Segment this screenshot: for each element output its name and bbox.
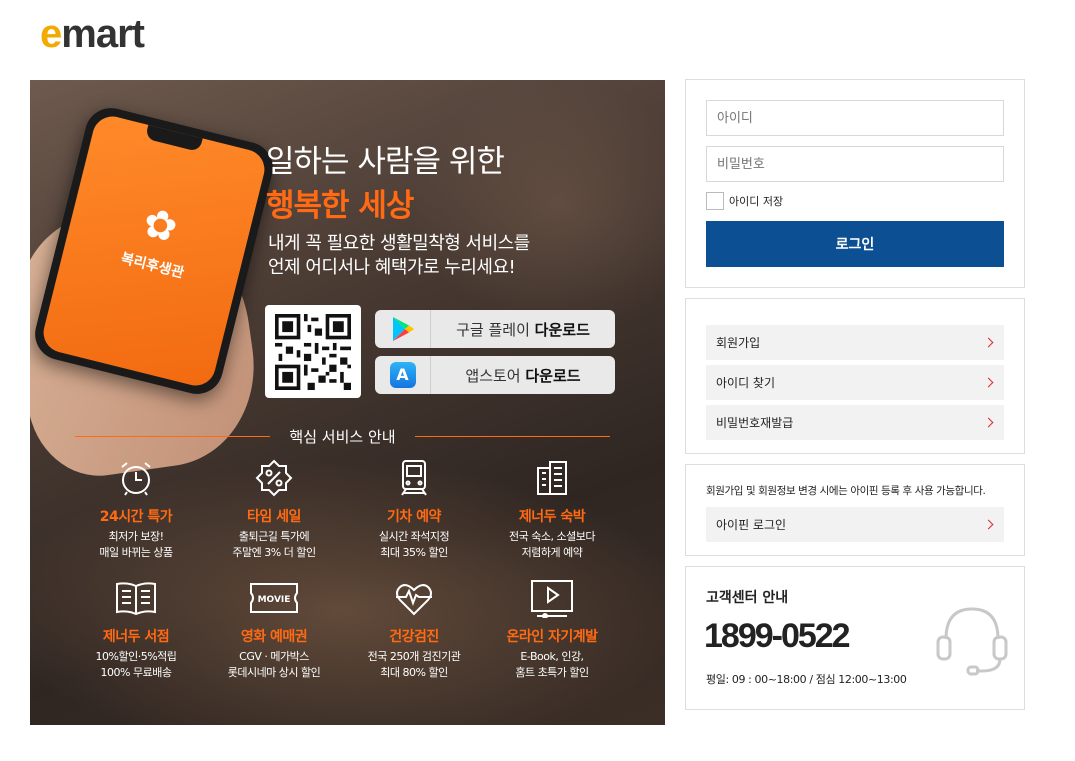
train-icon (344, 458, 484, 498)
password-input[interactable] (706, 146, 1004, 182)
banner-glow (410, 80, 665, 330)
customer-center-title: 고객센터 안내 (706, 590, 789, 606)
save-id-checkbox[interactable] (706, 192, 724, 210)
service-24h-deal[interactable]: 24시간 특가 최저가 보장! 매일 바뀌는 상품 (66, 458, 206, 561)
save-id-label: 아이디 저장 (729, 195, 784, 208)
service-online-learning[interactable]: 온라인 자기계발 E-Book, 인강, 홈트 초특가 할인 (482, 578, 622, 681)
chevron-right-icon (983, 337, 994, 348)
banner-headline-highlight: 행복한 세상 (266, 188, 414, 224)
emart-logo[interactable]: emart (40, 14, 145, 54)
video-play-icon (482, 578, 622, 618)
customer-center-panel: 고객센터 안내 1899-0522 평일: 09 : 00~18:00 / 점심… (685, 566, 1025, 710)
svg-text:MOVIE: MOVIE (258, 595, 291, 605)
ipin-panel: 회원가입 및 회원정보 변경 시에는 아이핀 등록 후 사용 가능합니다. 아이… (685, 464, 1025, 556)
id-input[interactable] (706, 100, 1004, 136)
chevron-right-icon (983, 417, 994, 428)
find-id-link[interactable]: 아이디 찾기 (706, 365, 1004, 400)
service-movie-ticket[interactable]: MOVIE 영화 예매권 CGV · 메가박스 롯데시네마 상시 할인 (204, 578, 344, 681)
book-icon (66, 578, 206, 618)
google-play-download-button[interactable]: 구글 플레이 다운로드 (375, 310, 615, 348)
banner-subcopy: 내게 꼭 필요한 생활밀착형 서비스를 언제 어디서나 혜택가로 누리세요! (268, 233, 530, 278)
alarm-clock-icon (66, 458, 206, 498)
service-bookstore[interactable]: 제너두 서점 10%할인·5%적립 100% 무료배송 (66, 578, 206, 681)
promo-banner: ✿ 복리후생관 일하는 사람을 위한 행복한 세상 내게 꼭 필요한 생활밀착형… (30, 80, 665, 725)
headset-icon (932, 597, 1012, 681)
ipin-login-link[interactable]: 아이핀 로그인 (706, 507, 1004, 542)
heart-pulse-icon (344, 578, 484, 618)
movie-ticket-icon: MOVIE (204, 578, 344, 618)
app-store-icon-wrap: A (375, 356, 431, 394)
login-panel: 아이디 저장 로그인 (685, 79, 1025, 288)
app-emblem-icon: ✿ (138, 199, 183, 253)
service-time-sale[interactable]: 타임 세일 출퇴근길 특가에 주말엔 3% 더 할인 (204, 458, 344, 561)
service-lodging[interactable]: 제너두 숙박 전국 숙소, 소셜보다 저렴하게 예약 (482, 458, 622, 561)
account-links-panel: 회원가입 아이디 찾기 비밀번호재발급 (685, 298, 1025, 454)
service-train-booking[interactable]: 기차 예약 실시간 좌석지정 최대 35% 할인 (344, 458, 484, 561)
signup-link[interactable]: 회원가입 (706, 325, 1004, 360)
app-store-download-button[interactable]: A 앱스토어 다운로드 (375, 356, 615, 394)
qr-code (265, 305, 361, 398)
core-services-heading: 핵심 서비스 안내 (75, 425, 610, 447)
divider (415, 436, 610, 437)
customer-center-hours: 평일: 09 : 00~18:00 / 점심 12:00~13:00 (706, 673, 907, 686)
percent-badge-icon (204, 458, 344, 498)
chevron-right-icon (983, 377, 994, 388)
customer-center-phone: 1899-0522 (704, 617, 851, 655)
app-store-icon: A (389, 362, 416, 388)
banner-headline: 일하는 사람을 위한 (266, 144, 505, 180)
ipin-notice: 회원가입 및 회원정보 변경 시에는 아이핀 등록 후 사용 가능합니다. (706, 485, 986, 497)
google-play-icon (375, 310, 431, 348)
reset-password-link[interactable]: 비밀번호재발급 (706, 405, 1004, 440)
save-id-row[interactable]: 아이디 저장 (706, 192, 783, 210)
login-button[interactable]: 로그인 (706, 221, 1004, 267)
qr-code-icon (275, 314, 351, 390)
building-icon (482, 458, 622, 498)
chevron-right-icon (983, 519, 994, 530)
service-health-check[interactable]: 건강검진 전국 250개 검진기관 최대 80% 할인 (344, 578, 484, 681)
